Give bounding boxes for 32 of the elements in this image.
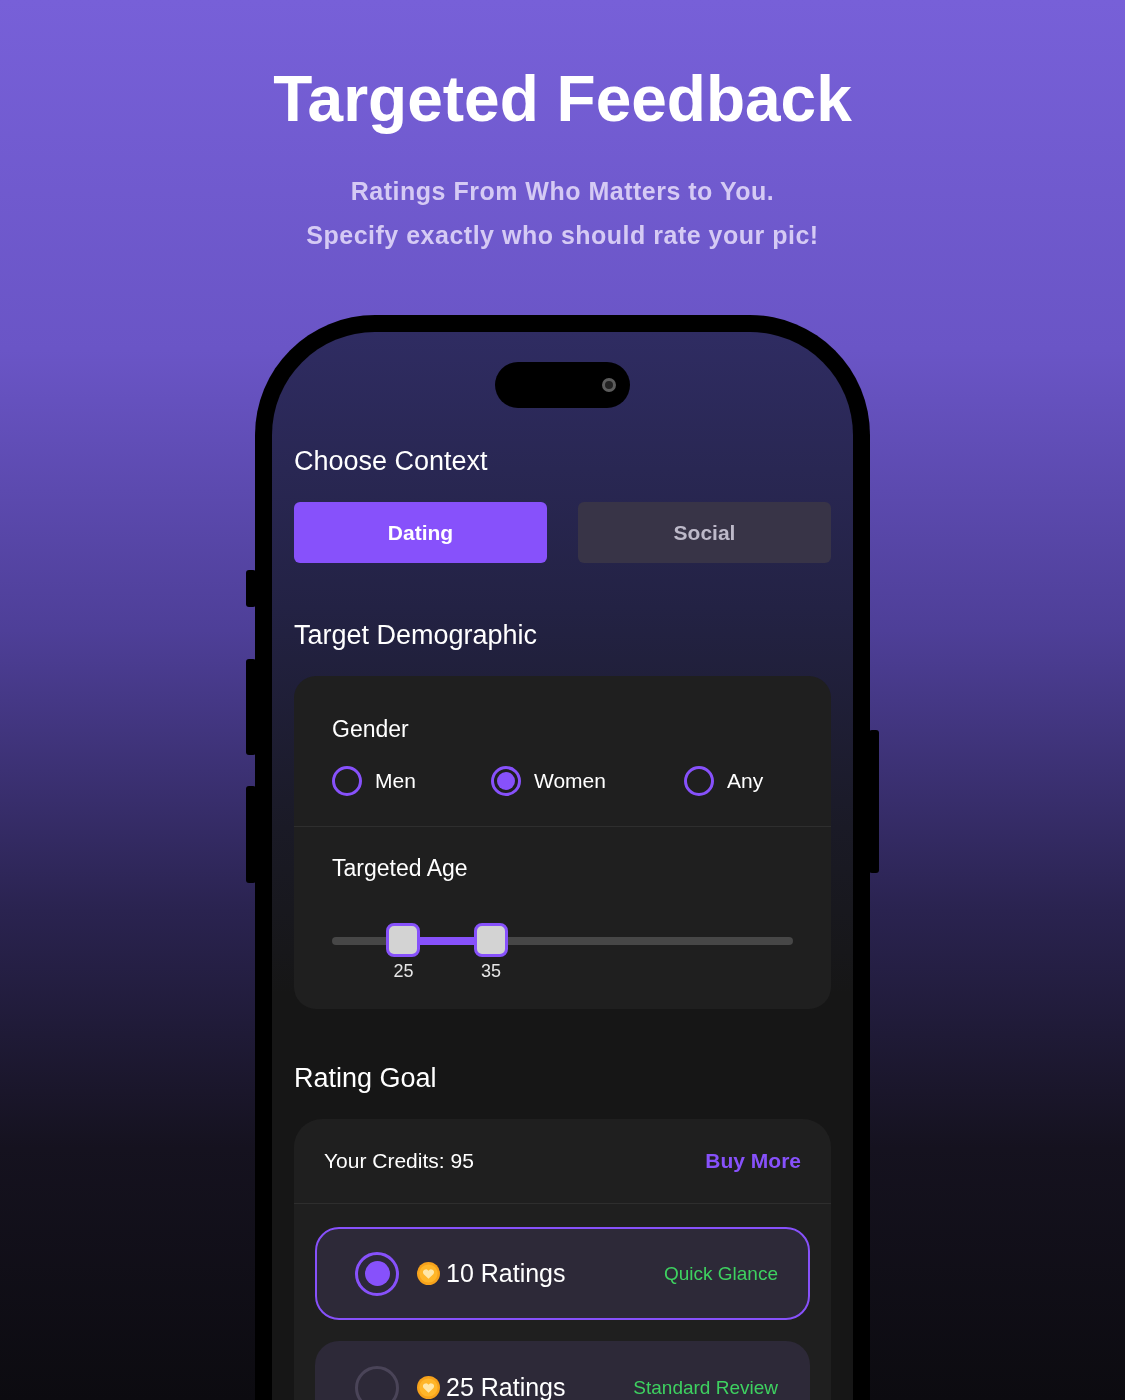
credits-text: Your Credits: 95 [324, 1149, 474, 1173]
subtitle-line: Specify exactly who should rate your pic! [306, 220, 819, 250]
context-tab[interactable]: Dating [294, 502, 547, 563]
radio-label: Men [375, 769, 416, 793]
coin-heart-icon [417, 1376, 440, 1399]
headline: Targeted Feedback [273, 62, 852, 136]
slider-thumb[interactable] [474, 923, 509, 957]
rating-option[interactable]: 10 Ratings Quick Glance [315, 1227, 810, 1320]
radio-button[interactable] [332, 766, 362, 796]
subtitle-line: Ratings From Who Matters to You. [350, 176, 775, 206]
section-heading: Choose Context [294, 445, 489, 478]
field-label: Targeted Age [332, 854, 469, 883]
age-value: 35 [481, 961, 502, 982]
radio-button[interactable] [355, 1365, 399, 1400]
context-tab[interactable]: Social [578, 502, 831, 563]
section-heading: Rating Goal [294, 1062, 438, 1095]
section-heading: Target Demographic [294, 619, 539, 652]
radio-button[interactable] [491, 766, 521, 796]
option-tag: Quick Glance [663, 1262, 778, 1285]
radio-button[interactable] [355, 1251, 399, 1296]
age-value: 25 [393, 961, 414, 982]
slider-thumb[interactable] [386, 923, 421, 957]
field-label: Gender [332, 715, 410, 744]
radio-button[interactable] [684, 766, 714, 796]
camera-icon [602, 378, 616, 392]
buy-more-link[interactable]: Buy More [705, 1149, 801, 1173]
age-range-slider[interactable]: 25 35 [332, 923, 793, 983]
radio-label: Women [534, 769, 606, 793]
option-tag: Standard Review [633, 1376, 778, 1399]
coin-heart-icon [417, 1262, 440, 1285]
radio-label: Any [727, 769, 764, 793]
option-label: 10 Ratings [446, 1259, 566, 1288]
